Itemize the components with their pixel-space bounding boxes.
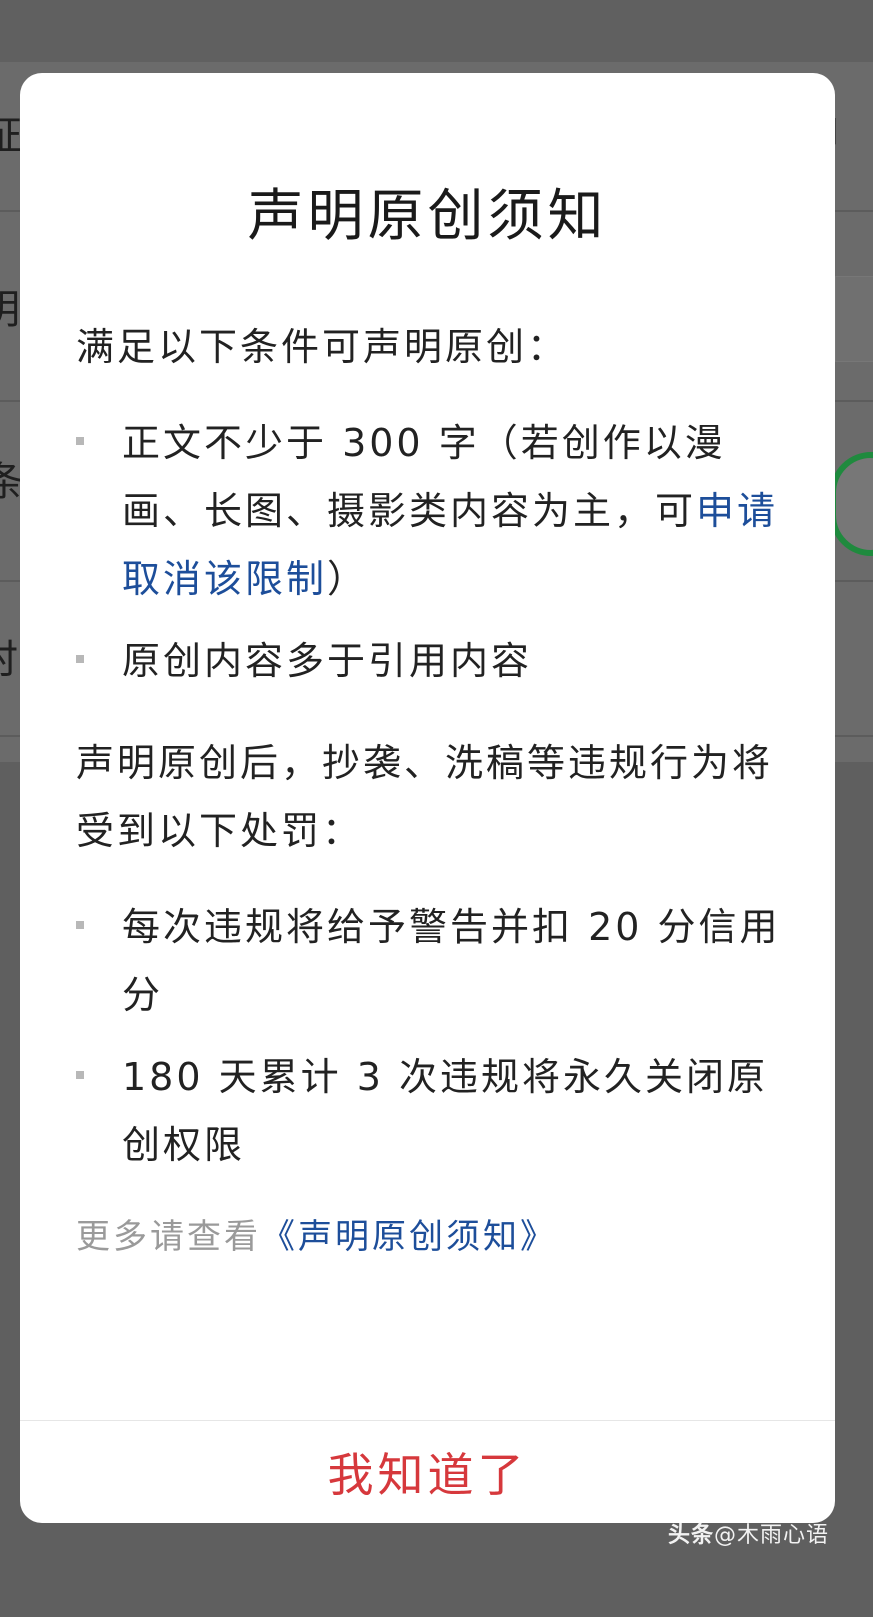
penalty-intro: 声明原创后，抄袭、洗稿等违规行为将受到以下处罚： [76,741,774,853]
bullet-icon [76,1071,84,1079]
dialog-title: 声明原创须知 [247,184,608,249]
more-info-prefix: 更多请查看 [76,1217,261,1257]
bullet-icon [76,655,84,663]
confirm-button[interactable]: 我知道了 [20,1421,835,1523]
original-declaration-dialog: 声明原创须知 满足以下条件可声明原创： 正文不少于 300 字（若创作以漫画、长… [20,73,835,1523]
background-input-field [835,276,873,362]
watermark-author: @木雨心语 [713,1523,829,1548]
penalty-text: 每次违规将给予警告并扣 20 分信用分 [122,905,781,1017]
more-info: 更多请查看《声明原创须知》 [76,1213,557,1261]
dialog-title-container: 声明原创须知 [20,183,835,251]
conditions-intro: 满足以下条件可声明原创： [76,325,569,369]
bullet-icon [76,921,84,929]
original-notice-link[interactable]: 《声明原创须知》 [261,1217,557,1257]
background-text-fragment: 时 [0,640,18,680]
background-text-fragment: 明 [0,290,20,330]
watermark: 头条@木雨心语 [668,1520,829,1552]
penalty-text: 180 天累计 3 次违规将永久关闭原创权限 [122,1055,768,1167]
background-header [0,0,873,62]
background-text-fragment: 证 [0,113,22,159]
condition-text-part: ） [327,557,369,601]
condition-text-part: 正文不少于 300 字（若创作以漫画、长图、摄影类内容为主，可 [122,421,726,533]
bullet-icon [76,437,84,445]
condition-text: 原创内容多于引用内容 [122,639,533,683]
watermark-brand: 头条 [667,1523,714,1548]
condition-text: 正文不少于 300 字（若创作以漫画、长图、摄影类内容为主，可申请取消该限制） [122,409,782,613]
